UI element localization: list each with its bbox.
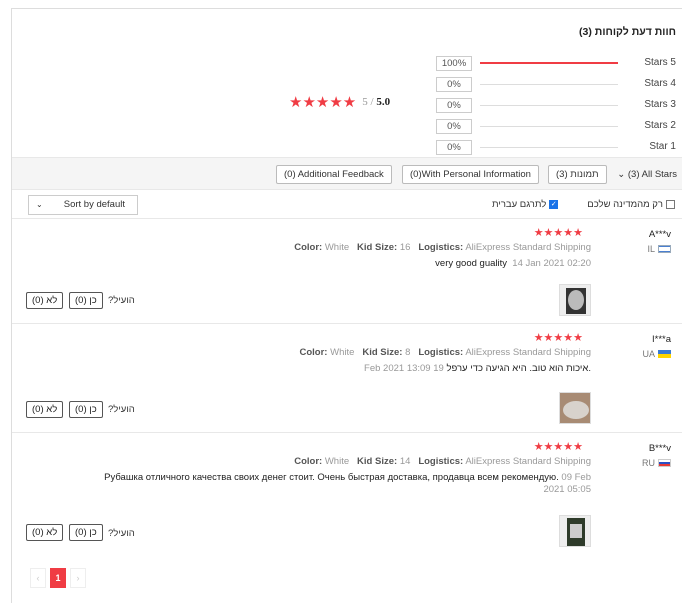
reviewer-country: IL <box>647 244 671 254</box>
review-stars: ★★★★★ <box>533 332 583 344</box>
helpful-label: ?הועיל <box>108 295 135 306</box>
rating-bar-5[interactable]: 100% Stars 5 <box>436 53 676 74</box>
page-1-button[interactable]: 1 <box>50 568 66 588</box>
review-item: A***v IL ★★★★★ Color: White Kid Size: 16… <box>12 218 682 323</box>
review-item: B***v RU ★★★★★ Color: White Kid Size: 14… <box>12 432 682 554</box>
photos-filter[interactable]: תמונות (3) <box>548 165 607 184</box>
country-only-toggle[interactable]: רק מהמדינה שלכם <box>587 199 675 210</box>
ukraine-flag-icon <box>658 350 671 358</box>
all-stars-label: (3) All Stars <box>627 169 677 180</box>
rating-bar-2[interactable]: 0% Stars 2 <box>436 116 676 137</box>
review-date: 14 Jan 2021 02:20 <box>512 258 591 269</box>
review-text: Рубашка отличного качества своих денег с… <box>104 472 591 495</box>
review-attributes: Color: White Kid Size: 16 Logistics: Ali… <box>294 242 591 253</box>
sort-label: Sort by default <box>63 199 125 210</box>
rating-bar-label: Stars 4 <box>644 78 676 89</box>
reviews-title: חוות דעת לקוחות (3) <box>579 26 676 38</box>
all-stars-dropdown[interactable]: ⌄ (3) All Stars <box>617 169 677 180</box>
helpful-yes-button[interactable]: כן (0) <box>69 524 103 541</box>
personal-info-filter[interactable]: (0)With Personal Information <box>402 165 539 184</box>
options-row: ⌄ Sort by default לתרגם עברית ✓ רק מהמדי… <box>12 193 682 218</box>
rating-bar-label: Stars 2 <box>644 120 676 131</box>
review-text: Feb 2021 13:09 19 איכות הוא טוב. היא הגי… <box>364 363 591 374</box>
reviewer-name: A***v <box>648 229 671 240</box>
prev-page-button[interactable]: ‹ <box>30 568 46 588</box>
reviewer-name: B***v <box>648 443 671 454</box>
rating-bar-track <box>480 147 618 148</box>
review-photo[interactable] <box>559 515 591 547</box>
rating-bar-label: Stars 3 <box>644 99 676 110</box>
review-stars: ★★★★★ <box>533 227 583 239</box>
helpful-label: ?הועיל <box>108 528 135 539</box>
country-only-checkbox[interactable] <box>666 200 675 209</box>
helpful-label: ?הועיל <box>108 404 135 415</box>
review-item: I***a UA ★★★★★ Color: White Kid Size: 8 … <box>12 323 682 432</box>
additional-feedback-filter[interactable]: (0) Additional Feedback <box>276 165 392 184</box>
rating-bar-label: Star 1 <box>649 141 676 152</box>
reviews-panel: חוות דעת לקוחות (3) ★★★★★ 5 / 5.0 100% S… <box>11 8 682 603</box>
sort-dropdown[interactable]: ⌄ Sort by default <box>28 195 138 215</box>
rating-bar-track <box>480 105 618 106</box>
translate-toggle[interactable]: לתרגם עברית ✓ <box>492 199 559 210</box>
review-attributes: Color: White Kid Size: 14 Logistics: Ali… <box>294 456 591 467</box>
helpful-yes-button[interactable]: כן (0) <box>69 401 103 418</box>
translate-label: לתרגם עברית <box>492 199 547 210</box>
reviewer-country: RU <box>642 458 671 468</box>
overall-score: 5 / 5.0 <box>362 96 391 108</box>
rating-bar-3[interactable]: 0% Stars 3 <box>436 95 676 116</box>
overall-stars: ★★★★★ <box>289 94 357 111</box>
reviewer-name: I***a <box>651 334 671 345</box>
review-attributes: Color: White Kid Size: 8 Logistics: AliE… <box>299 347 592 358</box>
russia-flag-icon <box>658 459 671 467</box>
rating-bar-percent: 0% <box>436 98 472 113</box>
pagination: ‹ 1 › <box>30 568 86 588</box>
rating-bar-track <box>480 62 618 64</box>
overall-rating: ★★★★★ 5 / 5.0 <box>289 93 390 111</box>
chevron-down-icon: ⌄ <box>36 200 43 209</box>
helpful-no-button[interactable]: לא (0) <box>26 524 64 541</box>
rating-bar-percent: 100% <box>436 56 472 71</box>
helpful-no-button[interactable]: לא (0) <box>26 292 64 309</box>
next-page-button[interactable]: › <box>70 568 86 588</box>
review-date: Feb 2021 13:09 19 <box>364 363 444 374</box>
review-text: very good guality 14 Jan 2021 02:20 <box>435 258 591 269</box>
rating-bar-4[interactable]: 0% Stars 4 <box>436 74 676 95</box>
country-only-label: רק מהמדינה שלכם <box>587 199 663 210</box>
helpful-yes-button[interactable]: כן (0) <box>69 292 103 309</box>
reviewer-country: UA <box>642 349 671 359</box>
rating-distribution: 100% Stars 5 0% Stars 4 0% Stars 3 0% St… <box>436 53 676 158</box>
rating-bar-percent: 0% <box>436 119 472 134</box>
review-photo[interactable] <box>559 284 591 316</box>
filter-bar: (0) Additional Feedback (0)With Personal… <box>12 157 682 190</box>
rating-bar-label: Stars 5 <box>644 57 676 68</box>
review-photo[interactable] <box>559 392 591 424</box>
rating-bar-percent: 0% <box>436 140 472 155</box>
chevron-down-icon: ⌄ <box>617 169 626 180</box>
rating-bar-1[interactable]: 0% Star 1 <box>436 137 676 158</box>
helpful-no-button[interactable]: לא (0) <box>26 401 64 418</box>
rating-bar-track <box>480 126 618 127</box>
rating-bar-fill <box>480 62 618 64</box>
translate-checkbox[interactable]: ✓ <box>549 200 559 209</box>
review-stars: ★★★★★ <box>533 441 583 453</box>
rating-bar-track <box>480 84 618 85</box>
israel-flag-icon <box>658 245 671 253</box>
rating-bar-percent: 0% <box>436 77 472 92</box>
